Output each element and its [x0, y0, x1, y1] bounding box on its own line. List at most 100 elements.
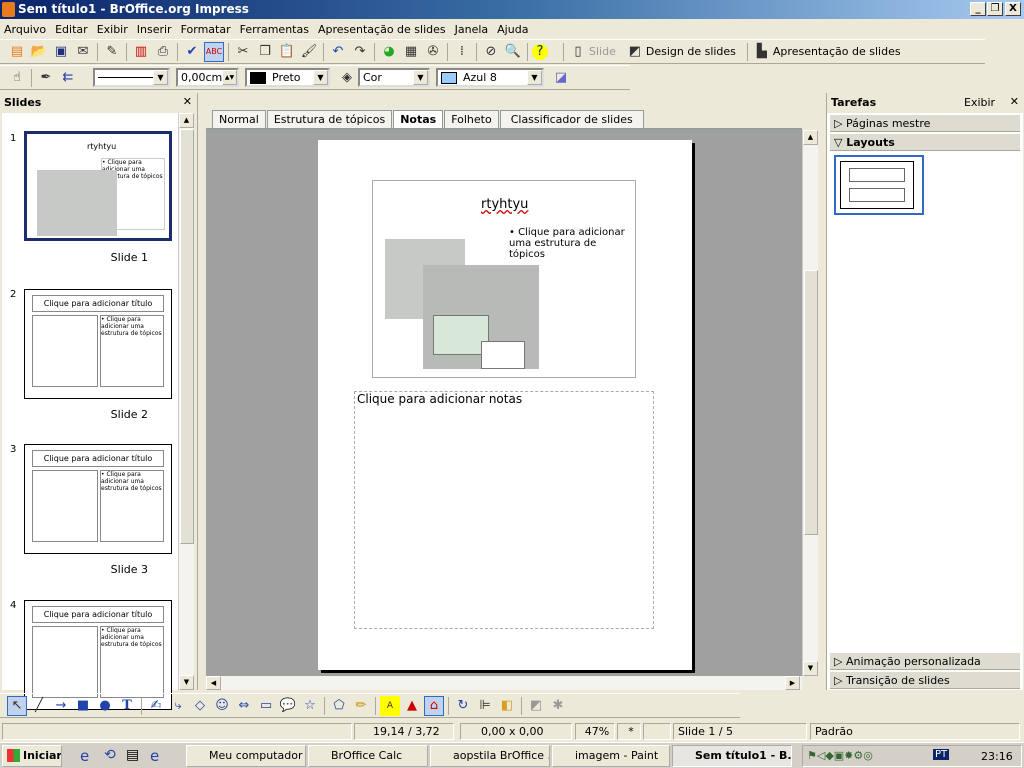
menu-janela[interactable]: Janela: [455, 23, 489, 36]
task-my-computer[interactable]: Meu computador: [186, 745, 306, 767]
outlook-icon[interactable]: ⟲: [104, 747, 116, 763]
menu-ferramentas[interactable]: Ferramentas: [240, 23, 309, 36]
paste-icon[interactable]: 📋: [277, 42, 297, 62]
autospell-icon[interactable]: ABC: [204, 41, 224, 62]
slide-thumbnail-3[interactable]: Clique para adicionar título • Clique pa…: [24, 444, 172, 554]
layout-title-content[interactable]: [834, 155, 924, 215]
tab-slide-sorter[interactable]: Classificador de slides: [499, 110, 644, 128]
notes-placeholder[interactable]: Clique para adicionar notas: [354, 391, 654, 629]
rectangle-icon[interactable]: ■: [73, 696, 93, 716]
slides-scrollbar[interactable]: ▲ ▼: [178, 113, 194, 690]
zoom-level[interactable]: 47%: [575, 723, 615, 740]
cut-icon[interactable]: ✂: [233, 42, 253, 62]
text-icon[interactable]: T: [117, 696, 137, 716]
undo-icon[interactable]: ↶: [328, 42, 348, 62]
print-icon[interactable]: ⎙: [153, 42, 173, 62]
points-tool-icon[interactable]: ⬠: [329, 696, 349, 716]
slide-thumbnail-2[interactable]: Clique para adicionar título • Clique pa…: [24, 289, 172, 399]
email-icon[interactable]: ✉: [73, 42, 93, 62]
grid-icon[interactable]: ⁞: [452, 42, 472, 62]
block-arrows-icon[interactable]: ⇔: [234, 696, 254, 716]
stars-icon[interactable]: ☆: [300, 696, 320, 716]
edit-file-icon[interactable]: ✎: [102, 42, 122, 62]
redo-icon[interactable]: ↷: [350, 42, 370, 62]
menu-editar[interactable]: Editar: [55, 23, 88, 36]
curve-icon[interactable]: ✍: [146, 696, 166, 716]
scroll-up-button[interactable]: ▲: [179, 113, 194, 128]
tray-icons[interactable]: ⚑◁◆▣✸⚙◎: [807, 749, 873, 762]
gallery-icon[interactable]: ⌂: [424, 695, 444, 716]
vertical-scrollbar[interactable]: ▲ ▼: [802, 130, 818, 676]
format-paintbrush-icon[interactable]: 🖌: [299, 42, 319, 62]
line-style-select[interactable]: ▼: [93, 68, 170, 87]
task-impress[interactable]: Sem título1 - B...: [672, 745, 792, 767]
arrow-style-icon[interactable]: ⇇: [58, 68, 78, 88]
minimize-button[interactable]: _: [970, 2, 986, 16]
area-color-select[interactable]: Azul 8 ▼: [436, 68, 544, 87]
slide-button[interactable]: Slide: [589, 45, 616, 58]
arrange-icon[interactable]: ◧: [497, 696, 517, 716]
language-indicator[interactable]: PT: [933, 749, 950, 760]
close-button[interactable]: X: [1005, 2, 1021, 16]
ie-icon[interactable]: e: [80, 747, 89, 765]
open-icon[interactable]: 📂: [29, 42, 49, 62]
slide-preview[interactable]: rtyhtyu • Clique para adicionar uma estr…: [372, 180, 636, 378]
scroll-thumb[interactable]: [804, 270, 818, 535]
shadow-icon[interactable]: ◪: [551, 68, 571, 88]
chart-icon[interactable]: ◕: [379, 42, 399, 62]
scroll-down-button[interactable]: ▼: [803, 661, 818, 676]
points-icon[interactable]: ☝: [7, 68, 27, 88]
spellcheck-icon[interactable]: ✔: [182, 42, 202, 62]
extrusion-icon[interactable]: ◩: [526, 696, 546, 716]
horizontal-scrollbar[interactable]: ◀ ▶: [206, 676, 802, 690]
scroll-up-button[interactable]: ▲: [803, 130, 818, 145]
start-button[interactable]: Iniciar: [2, 745, 62, 767]
connector-icon[interactable]: ⤷: [168, 696, 188, 716]
section-custom-animation[interactable]: ▷ Animação personalizada: [830, 652, 1020, 670]
navigator-icon[interactable]: ✇: [423, 42, 443, 62]
presentation-button[interactable]: Apresentação de slides: [773, 45, 901, 58]
menu-formatar[interactable]: Formatar: [181, 23, 231, 36]
section-slide-transition[interactable]: ▷ Transição de slides: [830, 671, 1020, 689]
area-icon[interactable]: ◈: [337, 68, 357, 88]
fontwork-icon[interactable]: A: [380, 695, 400, 716]
line-icon[interactable]: ✒: [36, 68, 56, 88]
line-tool-icon[interactable]: ╱: [29, 696, 49, 716]
menu-ajuda[interactable]: Ajuda: [497, 23, 528, 36]
new-icon[interactable]: ▤: [7, 42, 27, 62]
task-paint[interactable]: imagem - Paint: [552, 745, 670, 767]
restore-button[interactable]: ❐: [987, 2, 1003, 16]
menu-exibir[interactable]: Exibir: [97, 23, 128, 36]
desktop-icon[interactable]: ▤: [126, 747, 139, 763]
close-slides-panel[interactable]: ✕: [183, 95, 192, 108]
tab-normal[interactable]: Normal: [212, 110, 266, 128]
pdf-icon[interactable]: ▥: [131, 42, 151, 62]
menu-inserir[interactable]: Inserir: [137, 23, 172, 36]
design-button[interactable]: Design de slides: [646, 45, 736, 58]
close-tasks-panel[interactable]: ✕: [1010, 95, 1019, 108]
rotate-icon[interactable]: ↻: [453, 696, 473, 716]
line-color-select[interactable]: Preto ▼: [245, 68, 330, 87]
select-icon[interactable]: ↖: [7, 695, 27, 716]
section-master-pages[interactable]: ▷ Páginas mestre: [830, 114, 1020, 132]
ie-icon-2[interactable]: e: [150, 747, 159, 765]
scroll-left-button[interactable]: ◀: [206, 676, 221, 690]
3d-effects-icon[interactable]: ✱: [548, 696, 568, 716]
menu-arquivo[interactable]: Arquivo: [4, 23, 46, 36]
alignment-icon[interactable]: ⊫: [475, 696, 495, 716]
view-menu[interactable]: Exibir: [964, 96, 995, 109]
menu-apresentacao[interactable]: Apresentação de slides: [318, 23, 446, 36]
section-layouts[interactable]: ▽ Layouts: [830, 133, 1020, 151]
glue-points-icon[interactable]: ✏: [351, 696, 371, 716]
from-file-icon[interactable]: ▲: [402, 696, 422, 716]
task-apostila[interactable]: aopstila BrOffice ...: [430, 745, 550, 767]
scroll-down-button[interactable]: ▼: [179, 675, 194, 690]
scroll-right-button[interactable]: ▶: [785, 676, 800, 690]
slide-thumbnail-1[interactable]: rtyhtyu • Clique para adicionar uma estr…: [24, 131, 172, 241]
scroll-thumb[interactable]: [180, 129, 194, 544]
zoom-icon[interactable]: 🔍: [503, 42, 523, 62]
save-icon[interactable]: ▣: [51, 42, 71, 62]
flowchart-icon[interactable]: ▭: [256, 696, 276, 716]
tab-notes[interactable]: Notas: [393, 110, 444, 129]
table-icon[interactable]: ▦: [401, 42, 421, 62]
